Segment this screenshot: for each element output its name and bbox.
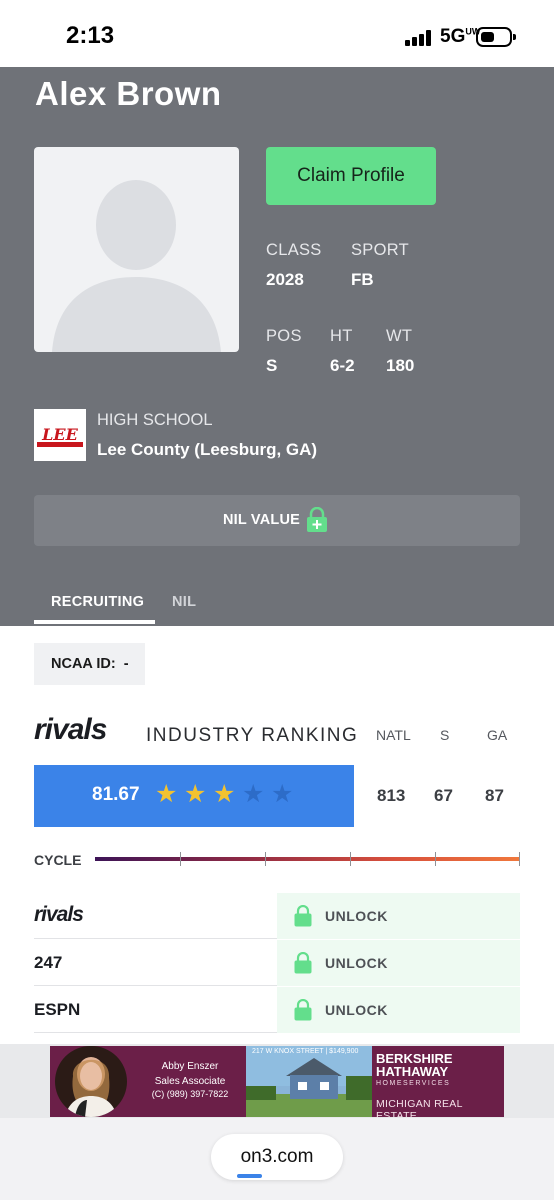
industry-ranking-title: INDUSTRY RANKING bbox=[146, 725, 359, 746]
ga-rank: 87 bbox=[485, 786, 504, 805]
agent-name: Abby Enszer bbox=[161, 1061, 219, 1072]
star-icon: ★ bbox=[184, 780, 207, 808]
advertisement-banner[interactable]: Abby Enszer Sales Associate (C) (989) 39… bbox=[50, 1046, 504, 1117]
url-text: on3.com bbox=[240, 1146, 314, 1167]
school-logo[interactable]: LEE bbox=[34, 409, 86, 461]
school-name[interactable]: Lee County (Leesburg, GA) bbox=[97, 440, 317, 460]
battery-icon bbox=[476, 27, 516, 47]
avatar bbox=[34, 147, 239, 352]
star-icon: ★ bbox=[155, 780, 178, 808]
agent-phone: (C) (989) 397-7822 bbox=[151, 1089, 229, 1099]
brand-sub: HOMESERVICES bbox=[376, 1080, 451, 1087]
state-header: S bbox=[440, 727, 450, 743]
claim-profile-button[interactable]: Claim Profile bbox=[266, 147, 436, 205]
house-photo: 217 W KNOX STREET | $149,900 bbox=[246, 1046, 372, 1117]
unlock-label: UNLOCK bbox=[325, 955, 388, 971]
unlock-button[interactable]: UNLOCK bbox=[277, 940, 520, 986]
pos-attr: POS S bbox=[266, 327, 302, 376]
service-name: ESPN bbox=[34, 1000, 81, 1019]
agent-info: Abby Enszer Sales Associate (C) (989) 39… bbox=[140, 1060, 240, 1101]
brand-line: HATHAWAY bbox=[376, 1064, 449, 1079]
unlock-button[interactable]: UNLOCK bbox=[277, 987, 520, 1033]
address-bar[interactable]: on3.com bbox=[211, 1134, 343, 1180]
brand-name: BERKSHIRE HATHAWAY bbox=[376, 1052, 453, 1078]
sport-label: SPORT bbox=[351, 241, 410, 259]
tab-recruiting[interactable]: RECRUITING bbox=[51, 594, 144, 610]
class-label: CLASS bbox=[266, 241, 322, 259]
lock-icon bbox=[294, 905, 312, 927]
rating-box: 81.67 ★ ★ ★ ★ ★ bbox=[34, 765, 354, 827]
pos-value: S bbox=[266, 356, 278, 375]
service-name: rivals bbox=[34, 903, 84, 926]
ht-attr: HT 6-2 bbox=[330, 327, 355, 376]
ncaa-id-value: - bbox=[123, 656, 129, 672]
nil-value-bar[interactable]: NIL VALUE bbox=[34, 495, 520, 546]
ncaa-id-label: NCAA ID: bbox=[51, 656, 116, 672]
ht-label: HT bbox=[330, 327, 353, 345]
ad-strip: Abby Enszer Sales Associate (C) (989) 39… bbox=[0, 1044, 554, 1118]
agent-photo bbox=[55, 1046, 127, 1117]
star-icon: ★ bbox=[271, 780, 294, 808]
state-rank: 67 bbox=[434, 786, 453, 805]
house-address: 217 W KNOX STREET | $149,900 bbox=[252, 1048, 359, 1055]
cycle-label: CYCLE bbox=[34, 852, 82, 868]
nil-value-label: NIL VALUE bbox=[223, 512, 300, 528]
service-row-247: 247 UNLOCK bbox=[34, 940, 520, 986]
ga-header: GA bbox=[487, 727, 508, 743]
signal-icon bbox=[405, 30, 433, 46]
service-name: 247 bbox=[34, 953, 63, 972]
unlock-label: UNLOCK bbox=[325, 1002, 388, 1018]
ht-value: 6-2 bbox=[330, 356, 355, 375]
class-value: 2028 bbox=[266, 270, 304, 289]
sport-value: FB bbox=[351, 270, 374, 289]
tab-nil[interactable]: NIL bbox=[172, 594, 196, 610]
cycle-tick bbox=[265, 852, 266, 866]
profile-header: Alex Brown Claim Profile CLASS 2028 SPOR… bbox=[0, 67, 554, 626]
brand-region: MICHIGAN REAL ESTATE bbox=[376, 1098, 463, 1117]
svg-text:LEE: LEE bbox=[41, 425, 78, 444]
wt-attr: WT 180 bbox=[386, 327, 414, 376]
active-tab-indicator bbox=[34, 620, 155, 624]
player-name: Alex Brown bbox=[35, 75, 222, 112]
wt-label: WT bbox=[386, 327, 413, 345]
cycle-tick bbox=[180, 852, 181, 866]
natl-rank: 813 bbox=[377, 786, 406, 805]
lock-icon bbox=[294, 999, 312, 1021]
school-label: HIGH SCHOOL bbox=[97, 411, 213, 429]
natl-header: NATL bbox=[376, 727, 411, 743]
cycle-tick bbox=[435, 852, 436, 866]
network-indicator: 5GUW bbox=[440, 26, 481, 47]
star-icon: ★ bbox=[213, 780, 236, 808]
lock-icon bbox=[294, 952, 312, 974]
agent-title: Sales Associate bbox=[154, 1076, 226, 1087]
sport-attr: SPORT FB bbox=[351, 241, 409, 290]
browser-bottom-bar: on3.com bbox=[0, 1118, 554, 1200]
service-row-rivals: rivals UNLOCK bbox=[34, 893, 520, 939]
status-time: 2:13 bbox=[66, 22, 115, 49]
page-load-progress bbox=[237, 1174, 262, 1178]
rivals-logo: rivals bbox=[34, 713, 107, 746]
status-bar: 2:13 5GUW bbox=[0, 0, 554, 67]
lock-icon bbox=[307, 507, 327, 532]
cycle-tick bbox=[350, 852, 351, 866]
ncaa-id-badge: NCAA ID: - bbox=[34, 643, 145, 685]
wt-value: 180 bbox=[386, 356, 415, 375]
cycle-timeline bbox=[95, 857, 520, 861]
pos-label: POS bbox=[266, 327, 302, 345]
rating-value: 81.67 bbox=[92, 784, 140, 805]
unlock-button[interactable]: UNLOCK bbox=[277, 893, 520, 939]
unlock-label: UNLOCK bbox=[325, 908, 388, 924]
star-icon: ★ bbox=[242, 780, 265, 808]
class-attr: CLASS 2028 bbox=[266, 241, 322, 290]
service-row-espn: ESPN UNLOCK bbox=[34, 987, 520, 1033]
cycle-tick bbox=[519, 852, 520, 866]
